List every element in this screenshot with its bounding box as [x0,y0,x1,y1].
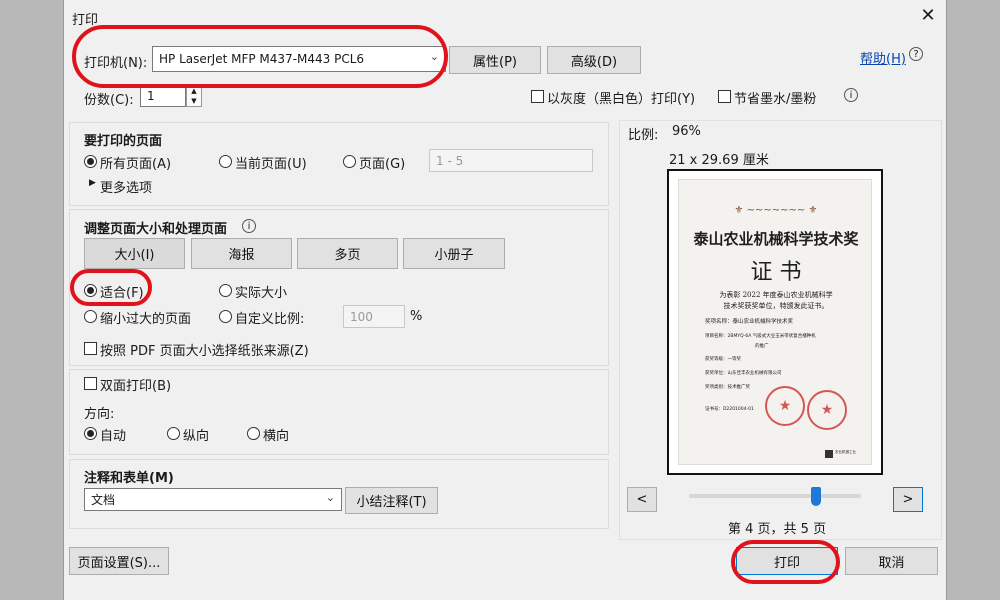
current-page-label: 当前页面(U) [235,157,307,172]
poster-tab[interactable]: 海报 [191,238,292,269]
duplex-checkbox[interactable] [84,377,97,390]
comments-heading: 注释和表单(M) [84,471,174,486]
close-icon[interactable]: ✕ [916,4,940,26]
auto-orientation-label: 自动 [100,429,127,444]
auto-orientation-radio[interactable] [84,427,97,440]
fit-radio[interactable] [84,284,97,297]
custom-scale-radio[interactable] [219,310,232,323]
orientation-label: 方向: [84,407,115,422]
copies-input[interactable]: 1 [140,85,186,107]
custom-scale-input[interactable]: 100 [343,305,405,328]
actual-size-label: 实际大小 [235,286,288,301]
page-preview: ⚜ ~~~~~~~ ⚜ 泰山农业机械科学技术奖 证 书 为表彰 2022 年度泰… [667,169,883,475]
certificate-field: 项目名称：2BMYQ-6A 气吸式大豆玉米带状复合播种机 [705,334,816,339]
multiple-tab[interactable]: 多页 [297,238,398,269]
page-setup-button[interactable]: 页面设置(S)... [69,547,169,575]
properties-button[interactable]: 属性(P) [449,46,541,74]
percent-label: % [410,309,423,324]
more-options-link[interactable]: 更多选项 [100,177,152,196]
pages-label: 页面(G) [359,157,406,172]
actual-size-radio[interactable] [219,284,232,297]
certificate-field: 奖项名称：泰山农业机械科学技术奖 [705,319,794,325]
certificate-body1: 为表彰 2022 年度泰山农业机械科学 [719,291,833,299]
copies-label: 份数(C): [84,93,134,108]
dialog-title: 打印 [72,13,99,28]
portrait-radio[interactable] [167,427,180,440]
certificate-field: 获奖单位：山东佳丰农业机械有限公司 [705,371,782,376]
chevron-down-icon: ⌄ [325,491,335,504]
certificate-field: 证书号：D2201004-01 [705,407,754,412]
paper-source-label: 按照 PDF 页面大小选择纸张来源(Z) [100,344,309,359]
size-tab[interactable]: 大小(I) [84,238,185,269]
landscape-label: 横向 [263,429,290,444]
certificate-footer: 农业机械工业 [835,450,856,454]
certificate-title: 泰山农业机械科学技术奖 [693,230,859,248]
printer-value: HP LaserJet MFP M437-M443 PCL6 [159,52,365,66]
custom-scale-label: 自定义比例: [235,312,305,327]
pages-radio[interactable] [343,155,356,168]
shrink-radio[interactable] [84,310,97,323]
page-slider-handle[interactable] [811,487,821,506]
expand-triangle-icon[interactable]: ▶ [89,178,96,188]
certificate-body2: 技术奖获奖单位，特颁发此证书。 [723,302,829,310]
certificate-subtitle: 证 书 [750,260,802,285]
page-slider-track[interactable] [689,494,861,498]
info-icon[interactable]: i [844,88,858,102]
next-page-button[interactable]: > [893,487,923,512]
scale-label: 比例: [628,128,659,143]
qr-code-icon [825,450,833,458]
all-pages-radio[interactable] [84,155,97,168]
booklet-tab[interactable]: 小册子 [403,238,505,269]
certificate-image: ⚜ ~~~~~~~ ⚜ 泰山农业机械科学技术奖 证 书 为表彰 2022 年度泰… [678,179,872,465]
summarize-comments-button[interactable]: 小结注释(T) [345,487,438,514]
certificate-field: 获奖等级：一等奖 [705,357,741,362]
cancel-button[interactable]: 取消 [845,547,938,575]
portrait-label: 纵向 [183,429,210,444]
help-icon[interactable]: ? [909,47,923,61]
advanced-button[interactable]: 高级(D) [547,46,641,74]
comments-select[interactable]: 文档 ⌄ [84,488,342,511]
all-pages-label: 所有页面(A) [100,157,172,172]
paper-source-checkbox[interactable] [84,342,97,355]
grayscale-checkbox[interactable] [531,90,544,103]
save-ink-label: 节省墨水/墨粉 [734,92,817,107]
print-dialog: 打印 ✕ 打印机(N): HP LaserJet MFP M437-M443 P… [63,0,947,600]
landscape-radio[interactable] [247,427,260,440]
duplex-label: 双面打印(B) [100,379,172,394]
shrink-label: 缩小过大的页面 [100,312,192,327]
page-range-input[interactable]: 1 - 5 [429,149,593,172]
copies-stepper[interactable]: ▲ ▼ [186,85,202,107]
save-ink-checkbox[interactable] [718,90,731,103]
page-status: 第 4 页，共 5 页 [728,522,827,537]
certificate-field: 奖项类别：技术推广奖 [705,385,750,390]
certificate-field: 的推广 [755,344,769,349]
prev-page-button[interactable]: < [627,487,657,512]
ornament-icon: ⚜ ~~~~~~~ ⚜ [734,205,818,216]
current-page-radio[interactable] [219,155,232,168]
help-link[interactable]: 帮助(H) [860,48,906,67]
scale-value: 96% [672,124,701,139]
printer-label: 打印机(N): [84,56,148,71]
sizing-info-icon[interactable]: i [242,219,256,233]
comments-value: 文档 [91,493,116,507]
pages-heading: 要打印的页面 [84,134,163,149]
fit-label: 适合(F) [100,286,144,301]
sizing-heading: 调整页面大小和处理页面 [84,222,228,237]
red-seal-icon: ★ [765,386,805,426]
paper-size-label: 21 x 29.69 厘米 [669,153,769,168]
grayscale-label: 以灰度（黑白色）打印(Y) [547,92,696,107]
chevron-down-icon: ⌄ [429,50,439,63]
printer-select[interactable]: HP LaserJet MFP M437-M443 PCL6 ⌄ [152,46,446,72]
print-button[interactable]: 打印 [736,547,838,575]
red-seal-icon: ★ [807,390,847,430]
